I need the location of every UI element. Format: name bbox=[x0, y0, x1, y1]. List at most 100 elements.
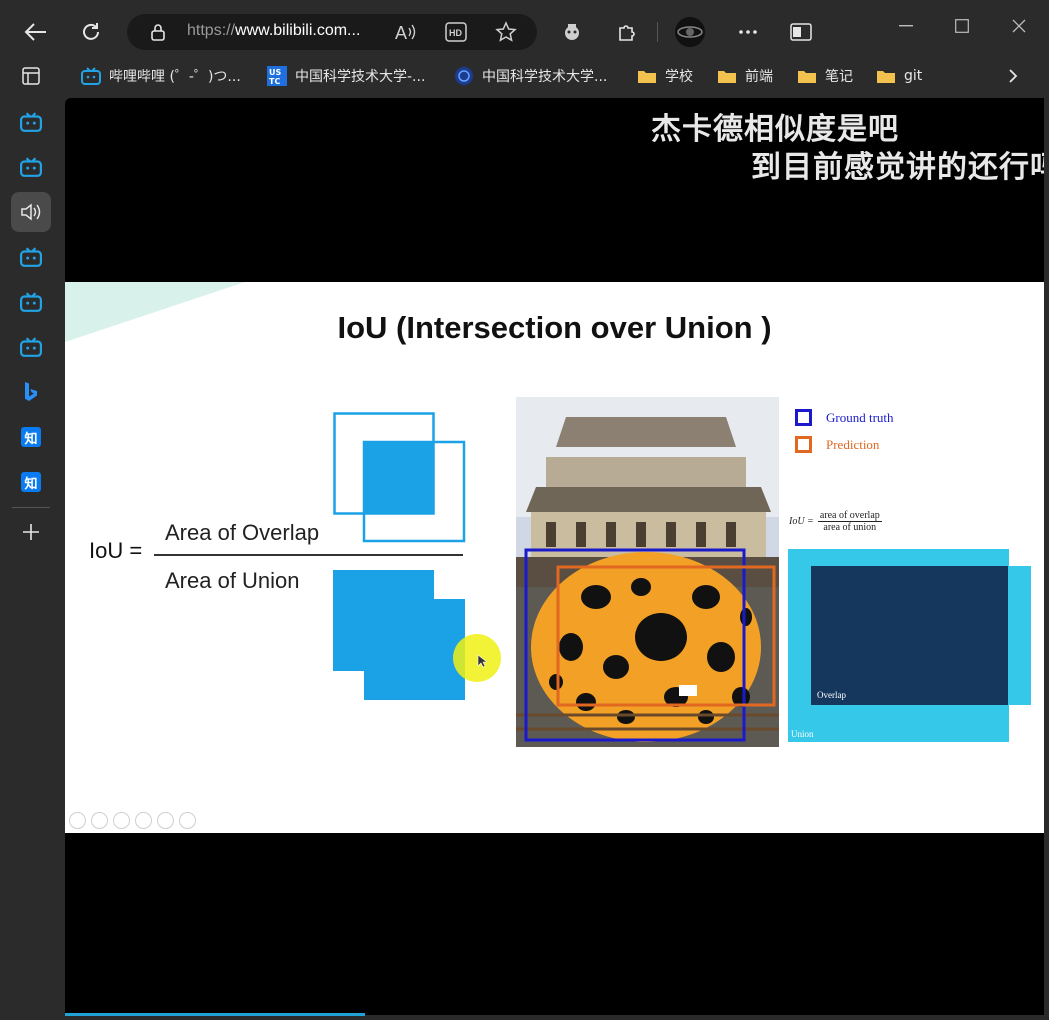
svg-text:HD: HD bbox=[449, 28, 462, 38]
overlap-label: Overlap bbox=[817, 690, 846, 700]
vertical-tab-zhihu-1[interactable]: 知 bbox=[11, 417, 51, 457]
legend-label: Ground truth bbox=[826, 409, 894, 425]
sidebar-toggle-icon bbox=[790, 23, 812, 41]
union-diagram bbox=[333, 570, 465, 700]
slide-more-button[interactable] bbox=[179, 812, 196, 829]
favorite-ustc-1[interactable]: US TC 中国科学技术大学-... bbox=[267, 62, 425, 90]
presentation-slide: IoU (Intersection over Union ) IoU = Are… bbox=[65, 282, 1044, 833]
url-text: https://www.bilibili.com... bbox=[187, 22, 361, 39]
address-bar[interactable]: https://www.bilibili.com... A HD bbox=[127, 14, 537, 50]
refresh-button[interactable] bbox=[73, 14, 109, 50]
iou-numerator: Area of Overlap bbox=[165, 520, 320, 545]
favorite-folder-git[interactable]: git bbox=[876, 62, 922, 90]
svg-text:A: A bbox=[395, 23, 407, 42]
profile-button[interactable] bbox=[672, 14, 708, 50]
ustc-globe-icon bbox=[454, 66, 474, 86]
small-formula-lhs: IoU = bbox=[789, 516, 814, 527]
ustc-icon: US TC bbox=[267, 66, 287, 86]
small-formula-denominator: area of union bbox=[823, 522, 877, 533]
read-aloud-icon[interactable]: A bbox=[395, 22, 417, 42]
minimize-button[interactable] bbox=[886, 8, 926, 44]
new-tab-button[interactable] bbox=[11, 512, 51, 552]
slide-pages-button[interactable] bbox=[135, 812, 152, 829]
chevron-right-icon bbox=[1009, 69, 1018, 83]
maximize-button[interactable] bbox=[942, 8, 982, 44]
sidebar-toggle-button[interactable] bbox=[783, 14, 819, 50]
close-window-button[interactable] bbox=[999, 8, 1039, 44]
profile-icon bbox=[675, 17, 705, 47]
pumpkin-photo bbox=[516, 397, 779, 747]
browser-toolbar: https://www.bilibili.com... A HD bbox=[0, 0, 1049, 62]
overlap-box bbox=[811, 566, 1008, 705]
vertical-tab-zhihu-2[interactable]: 知 bbox=[11, 462, 51, 502]
bilibili-icon bbox=[81, 66, 101, 86]
slide-prev-button[interactable] bbox=[69, 812, 86, 829]
svg-text:TC: TC bbox=[269, 77, 280, 86]
folder-icon bbox=[876, 66, 896, 86]
favorites-overflow-button[interactable] bbox=[1008, 62, 1018, 90]
slide-next-button[interactable] bbox=[91, 812, 108, 829]
favorite-folder-school[interactable]: 学校 bbox=[637, 62, 693, 90]
extensions-button[interactable] bbox=[609, 14, 645, 50]
vertical-tab-bing[interactable] bbox=[11, 372, 51, 412]
toolbar-divider bbox=[657, 22, 658, 42]
small-formula-numerator: area of overlap bbox=[817, 510, 882, 522]
vertical-tab-bilibili-2[interactable] bbox=[11, 147, 51, 187]
ground-truth-swatch bbox=[795, 409, 812, 426]
more-icon bbox=[739, 30, 757, 34]
folder-icon bbox=[717, 66, 737, 86]
slide-pen-button[interactable] bbox=[113, 812, 130, 829]
vertical-tab-bilibili-5[interactable] bbox=[11, 327, 51, 367]
sidebar-divider bbox=[12, 507, 50, 508]
more-button[interactable] bbox=[730, 14, 766, 50]
lock-icon bbox=[151, 24, 165, 41]
speaker-icon bbox=[21, 203, 41, 221]
bilibili-icon bbox=[20, 157, 42, 177]
vertical-tab-bilibili-3[interactable] bbox=[11, 237, 51, 277]
favorite-label: 中国科学技术大学... bbox=[482, 69, 608, 85]
vertical-tab-bilibili-1[interactable] bbox=[11, 102, 51, 142]
vertical-tab-sidebar: 知 知 bbox=[0, 62, 62, 1020]
hd-icon[interactable]: HD bbox=[445, 22, 467, 42]
back-button[interactable] bbox=[18, 14, 54, 50]
favorite-folder-frontend[interactable]: 前端 bbox=[717, 62, 773, 90]
tab-actions-icon bbox=[22, 67, 40, 85]
bilibili-icon bbox=[20, 247, 42, 267]
zhihu-icon: 知 bbox=[21, 427, 41, 447]
cursor-icon bbox=[477, 654, 487, 668]
overlap-diagram bbox=[333, 412, 466, 543]
iou-denominator: Area of Union bbox=[165, 568, 300, 593]
favorite-bilibili[interactable]: 哔哩哔哩 (゜-゜)つ... bbox=[81, 62, 241, 90]
legend-ground-truth: Ground truth bbox=[795, 409, 894, 426]
small-iou-formula: IoU = area of overlap area of union bbox=[789, 510, 882, 533]
union-label: Union bbox=[791, 729, 814, 739]
folder-icon bbox=[797, 66, 817, 86]
extension-icon bbox=[565, 24, 579, 40]
iou-formula-lhs: IoU = bbox=[89, 538, 143, 563]
minimize-icon bbox=[899, 25, 913, 27]
plus-icon bbox=[23, 524, 39, 540]
subtitle-line-2: 到目前感觉讲的还行吗 bbox=[751, 150, 1044, 185]
legend-prediction: Prediction bbox=[795, 436, 879, 453]
bilibili-icon bbox=[20, 337, 42, 357]
video-progress-bar[interactable] bbox=[65, 1013, 365, 1016]
favorite-label: 学校 bbox=[665, 69, 693, 85]
video-player[interactable]: 杰卡德相似度是吧 到目前感觉讲的还行吗 IoU (Intersection ov… bbox=[65, 98, 1044, 1015]
vertical-tab-active-audio[interactable] bbox=[11, 192, 51, 232]
tab-actions-button[interactable] bbox=[11, 56, 51, 96]
favorite-label: 笔记 bbox=[825, 69, 853, 85]
favorite-label: 中国科学技术大学-... bbox=[295, 69, 426, 85]
bilibili-icon bbox=[20, 292, 42, 312]
favorite-folder-notes[interactable]: 笔记 bbox=[797, 62, 853, 90]
prediction-swatch bbox=[795, 436, 812, 453]
slide-controls bbox=[69, 812, 196, 829]
favorite-label: 前端 bbox=[745, 69, 773, 85]
slide-zoom-button[interactable] bbox=[157, 812, 174, 829]
refresh-icon bbox=[83, 23, 99, 40]
slide-title: IoU (Intersection over Union ) bbox=[337, 310, 772, 345]
svg-text:US: US bbox=[269, 68, 281, 77]
vertical-tab-bilibili-4[interactable] bbox=[11, 282, 51, 322]
favorite-ustc-2[interactable]: 中国科学技术大学... bbox=[454, 62, 607, 90]
favorite-star-icon[interactable] bbox=[495, 21, 517, 43]
extension-button[interactable] bbox=[554, 14, 590, 50]
